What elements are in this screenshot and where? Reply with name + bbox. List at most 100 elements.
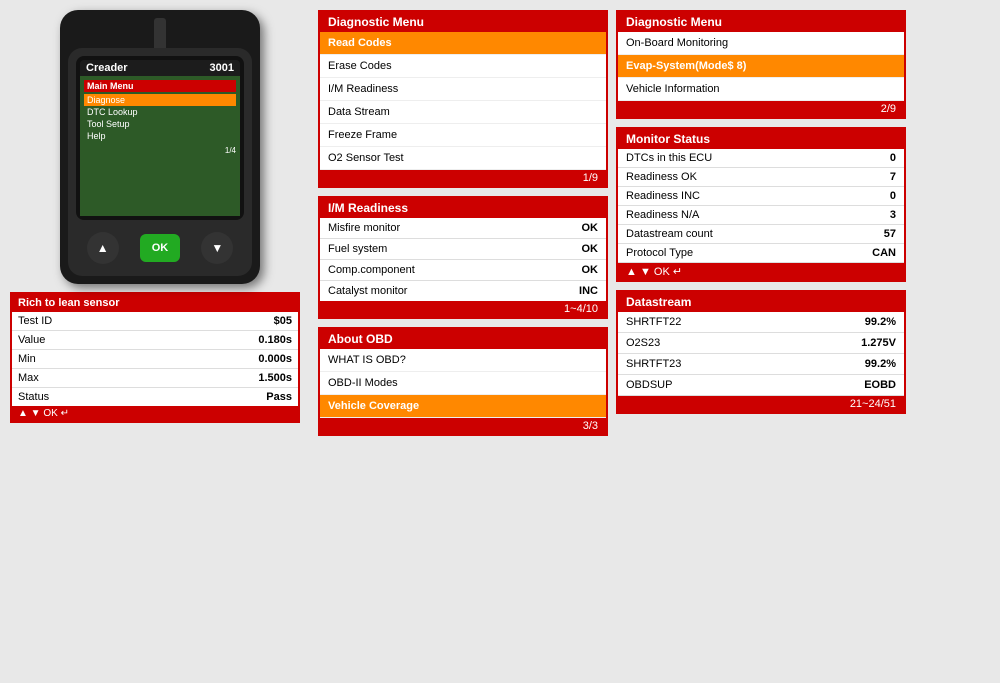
diag-menu2-item-0[interactable]: On-Board Monitoring bbox=[618, 32, 904, 55]
model-number: 3001 bbox=[210, 62, 234, 74]
datastream-footer: 21~24/51 bbox=[618, 396, 904, 412]
about-obd-title: About OBD bbox=[320, 329, 606, 349]
im-label-3: Catalyst monitor bbox=[320, 281, 533, 302]
about-obd-item-1[interactable]: OBD-II Modes bbox=[320, 372, 606, 395]
datastream-box: Datastream SHRTFT22 99.2% O2S23 1.275V S… bbox=[616, 290, 906, 414]
table-row: Test ID $05 bbox=[12, 312, 298, 331]
im-label-0: Misfire monitor bbox=[320, 218, 533, 239]
im-value-0: OK bbox=[533, 218, 606, 239]
monitor-value-4: 57 bbox=[824, 225, 904, 244]
screen-item-diagnose: Diagnose bbox=[84, 94, 236, 106]
diag-menu1-footer: 1/9 bbox=[320, 170, 606, 186]
diag-menu1-item-0[interactable]: Read Codes bbox=[320, 32, 606, 55]
sensor-label-3: Max bbox=[12, 369, 156, 388]
table-row: Readiness OK 7 bbox=[618, 168, 904, 187]
datastream-title: Datastream bbox=[618, 292, 904, 312]
im-value-2: OK bbox=[533, 260, 606, 281]
im-value-1: OK bbox=[533, 239, 606, 260]
sensor-value-4: Pass bbox=[156, 388, 298, 407]
device-wrapper: Creader 3001 Main Menu Diagnose DTC Look… bbox=[10, 10, 310, 284]
diag-menu1-item-1[interactable]: Erase Codes bbox=[320, 55, 606, 78]
im-label-2: Comp.component bbox=[320, 260, 533, 281]
ds-value-0: 99.2% bbox=[785, 312, 904, 333]
ds-value-1: 1.275V bbox=[785, 333, 904, 354]
diagnostic-menu-2: Diagnostic Menu On-Board Monitoring Evap… bbox=[616, 10, 906, 119]
screen-item-help: Help bbox=[84, 130, 236, 142]
device-brand-row: Creader 3001 bbox=[80, 60, 240, 76]
table-row: Catalyst monitor INC bbox=[320, 281, 606, 302]
table-row: SHRTFT22 99.2% bbox=[618, 312, 904, 333]
sensor-label-1: Value bbox=[12, 331, 156, 350]
table-row: Comp.component OK bbox=[320, 260, 606, 281]
table-row: Datastream count 57 bbox=[618, 225, 904, 244]
table-row: Readiness N/A 3 bbox=[618, 206, 904, 225]
monitor-label-3: Readiness N/A bbox=[618, 206, 824, 225]
ds-label-3: OBDSUP bbox=[618, 375, 785, 396]
table-row: Readiness INC 0 bbox=[618, 187, 904, 206]
screen-page: 1/4 bbox=[84, 146, 236, 155]
table-row: OBDSUP EOBD bbox=[618, 375, 904, 396]
device-body: Creader 3001 Main Menu Diagnose DTC Look… bbox=[68, 48, 252, 276]
diag-menu1-item-4[interactable]: Freeze Frame bbox=[320, 124, 606, 147]
about-obd-box: About OBD WHAT IS OBD? OBD-II Modes Vehi… bbox=[318, 327, 608, 436]
monitor-status-box: Monitor Status DTCs in this ECU 0 Readin… bbox=[616, 127, 906, 282]
monitor-label-1: Readiness OK bbox=[618, 168, 824, 187]
im-value-3: INC bbox=[533, 281, 606, 302]
about-obd-item-0[interactable]: WHAT IS OBD? bbox=[320, 349, 606, 372]
table-row: Min 0.000s bbox=[12, 350, 298, 369]
table-row: DTCs in this ECU 0 bbox=[618, 149, 904, 168]
ds-value-3: EOBD bbox=[785, 375, 904, 396]
ds-label-1: O2S23 bbox=[618, 333, 785, 354]
sensor-label-2: Min bbox=[12, 350, 156, 369]
monitor-value-3: 3 bbox=[824, 206, 904, 225]
device-column: Creader 3001 Main Menu Diagnose DTC Look… bbox=[10, 10, 310, 423]
table-row: Protocol Type CAN bbox=[618, 244, 904, 263]
up-button[interactable]: ▲ bbox=[87, 232, 119, 264]
diag-menu2-title: Diagnostic Menu bbox=[618, 12, 904, 32]
monitor-label-4: Datastream count bbox=[618, 225, 824, 244]
monitor-value-2: 0 bbox=[824, 187, 904, 206]
sensor-box-footer: ▲ ▼ OK ↵ bbox=[12, 406, 298, 421]
diag-menu2-item-2[interactable]: Vehicle Information bbox=[618, 78, 904, 101]
sensor-label-0: Test ID bbox=[12, 312, 156, 331]
about-obd-item-2[interactable]: Vehicle Coverage bbox=[320, 395, 606, 418]
sensor-value-1: 0.180s bbox=[156, 331, 298, 350]
sensor-value-0: $05 bbox=[156, 312, 298, 331]
brand-name: Creader bbox=[86, 62, 128, 74]
im-label-1: Fuel system bbox=[320, 239, 533, 260]
table-row: Status Pass bbox=[12, 388, 298, 407]
device-cable bbox=[154, 18, 166, 48]
diagnostic-menu-1: Diagnostic Menu Read Codes Erase Codes I… bbox=[318, 10, 608, 188]
table-row: SHRTFT23 99.2% bbox=[618, 354, 904, 375]
ok-button[interactable]: OK bbox=[140, 234, 180, 262]
monitor-table: DTCs in this ECU 0 Readiness OK 7 Readin… bbox=[618, 149, 904, 263]
sensor-box-title: Rich to lean sensor bbox=[12, 294, 298, 312]
im-readiness-title: I/M Readiness bbox=[320, 198, 606, 218]
diag-menu1-item-5[interactable]: O2 Sensor Test bbox=[320, 147, 606, 170]
diag-menu1-item-3[interactable]: Data Stream bbox=[320, 101, 606, 124]
diag-menu1-item-2[interactable]: I/M Readiness bbox=[320, 78, 606, 101]
sensor-label-4: Status bbox=[12, 388, 156, 407]
monitor-value-1: 7 bbox=[824, 168, 904, 187]
datastream-table: SHRTFT22 99.2% O2S23 1.275V SHRTFT23 99.… bbox=[618, 312, 904, 396]
diag-menu1-title: Diagnostic Menu bbox=[320, 12, 606, 32]
monitor-value-0: 0 bbox=[824, 149, 904, 168]
table-row: Misfire monitor OK bbox=[320, 218, 606, 239]
monitor-status-title: Monitor Status bbox=[618, 129, 904, 149]
down-button[interactable]: ▼ bbox=[201, 232, 233, 264]
diag-menu2-item-1[interactable]: Evap-System(Mode$ 8) bbox=[618, 55, 904, 78]
table-row: Value 0.180s bbox=[12, 331, 298, 350]
monitor-value-5: CAN bbox=[824, 244, 904, 263]
monitor-label-0: DTCs in this ECU bbox=[618, 149, 824, 168]
device-buttons: ▲ OK ▼ bbox=[76, 228, 244, 268]
table-row: Max 1.500s bbox=[12, 369, 298, 388]
screen-item-dtc: DTC Lookup bbox=[84, 106, 236, 118]
ds-label-2: SHRTFT23 bbox=[618, 354, 785, 375]
obd-device: Creader 3001 Main Menu Diagnose DTC Look… bbox=[60, 10, 260, 284]
sensor-value-2: 0.000s bbox=[156, 350, 298, 369]
right-column: Diagnostic Menu On-Board Monitoring Evap… bbox=[616, 10, 906, 414]
table-row: O2S23 1.275V bbox=[618, 333, 904, 354]
im-readiness-box: I/M Readiness Misfire monitor OK Fuel sy… bbox=[318, 196, 608, 319]
sensor-box: Rich to lean sensor Test ID $05 Value 0.… bbox=[10, 292, 300, 423]
ds-label-0: SHRTFT22 bbox=[618, 312, 785, 333]
